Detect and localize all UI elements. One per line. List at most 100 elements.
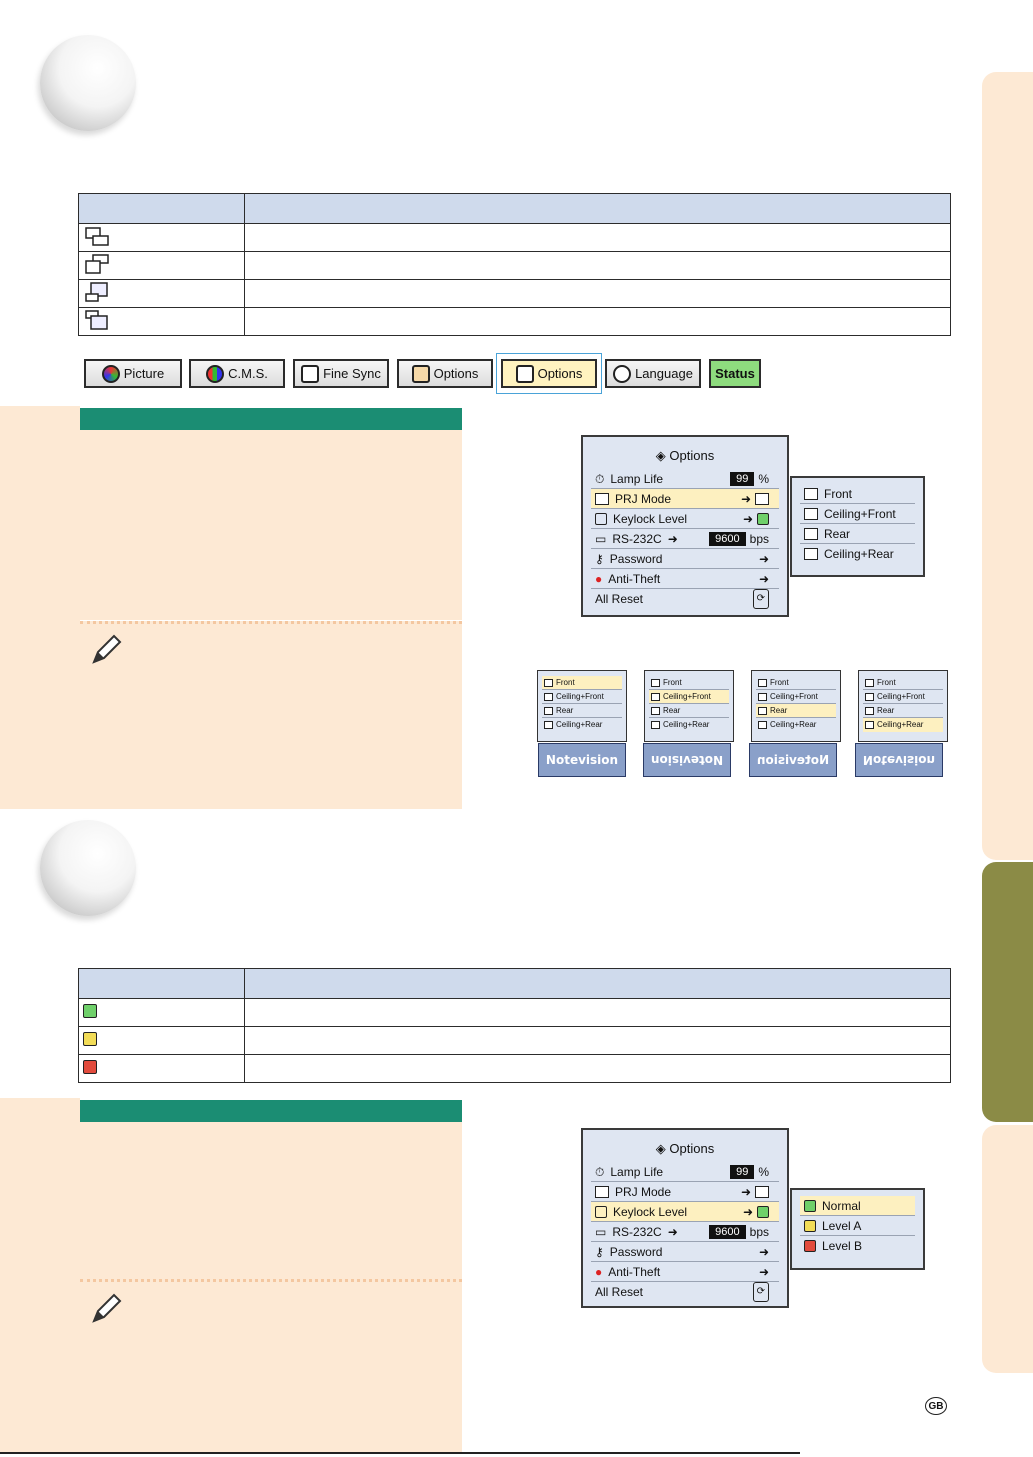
lock-icon xyxy=(595,512,607,525)
options-box-icon: ◈ xyxy=(655,1141,666,1156)
osd-row-rs232c[interactable]: ▭ RS-232C ➜ 9600 bps xyxy=(591,1222,779,1242)
preview-item: Front xyxy=(863,676,943,690)
picture-icon xyxy=(101,364,120,383)
fine-sync-icon xyxy=(301,364,320,383)
logo-ceiling-front: Notevision xyxy=(643,743,731,777)
tab-options-2[interactable]: Options xyxy=(501,359,597,388)
lock-green-icon xyxy=(804,1199,816,1212)
logo-front: Notevision xyxy=(538,743,626,777)
note-panel xyxy=(80,1279,462,1454)
osd-row-lamp-life[interactable]: ⏱ Lamp Life 99% xyxy=(591,1162,779,1182)
osd-row-anti-theft[interactable]: ● Anti-Theft ➜ xyxy=(591,569,779,589)
lock-red-icon xyxy=(83,1060,97,1074)
submenu-item-front[interactable]: Front xyxy=(800,484,915,504)
preview-rear: Front Ceiling+Front Rear Ceiling+Rear xyxy=(751,670,841,742)
osd-row-prj-mode[interactable]: PRJ Mode ➜ xyxy=(591,489,779,509)
osd-row-keylock[interactable]: Keylock Level ➜ xyxy=(591,509,779,529)
table-row xyxy=(78,251,951,280)
preview-item: Ceiling+Rear xyxy=(863,718,943,732)
preview-ceiling-front: Front Ceiling+Front Rear Ceiling+Rear xyxy=(644,670,734,742)
edge-tab-bottom xyxy=(982,1125,1033,1373)
prj-mode-icon xyxy=(595,1185,609,1198)
arrow-right-icon: ➜ xyxy=(667,1224,678,1239)
anti-theft-icon: ● xyxy=(595,1264,603,1279)
lock-green-icon xyxy=(757,1205,769,1218)
keylock-submenu: Normal Level A Level B xyxy=(790,1188,925,1270)
tab-cms[interactable]: C.M.S. xyxy=(189,359,285,388)
arrow-right-icon: ➜ xyxy=(758,571,769,586)
lock-yellow-icon xyxy=(804,1219,816,1232)
arrow-right-icon: ➜ xyxy=(667,531,678,546)
cms-icon xyxy=(206,364,225,383)
preview-item: Ceiling+Front xyxy=(542,690,622,704)
options-box-icon xyxy=(515,364,534,383)
lock-green-icon xyxy=(757,512,769,525)
preview-front: Front Ceiling+Front Rear Ceiling+Rear xyxy=(537,670,627,742)
submenu-item-level-a[interactable]: Level A xyxy=(800,1216,915,1236)
rear-icon xyxy=(804,527,818,540)
osd-row-all-reset[interactable]: All Reset ⟳ xyxy=(591,1282,779,1302)
enter-icon: ⟳ xyxy=(752,1282,769,1302)
osd-row-password[interactable]: ⚷ Password ➜ xyxy=(591,549,779,569)
table-row xyxy=(78,279,951,308)
key-icon: ⚷ xyxy=(595,1244,604,1259)
submenu-item-normal[interactable]: Normal xyxy=(800,1196,915,1216)
preview-item: Front xyxy=(756,676,836,690)
section-mark-prj-mode xyxy=(40,35,136,131)
submenu-item-level-b[interactable]: Level B xyxy=(800,1236,915,1256)
region-badge: GB xyxy=(925,1397,947,1415)
tab-picture[interactable]: Picture xyxy=(84,359,182,388)
left-margin-panel xyxy=(0,406,80,809)
osd-row-anti-theft[interactable]: ● Anti-Theft ➜ xyxy=(591,1262,779,1282)
speech-bubble-icon xyxy=(613,364,632,383)
preview-item: Ceiling+Front xyxy=(649,690,729,704)
prj-mode-submenu: Front Ceiling+Front Rear Ceiling+Rear xyxy=(790,476,925,577)
preview-item: Rear xyxy=(756,704,836,718)
preview-item: Ceiling+Rear xyxy=(649,718,729,732)
tab-options-1[interactable]: Options xyxy=(397,359,493,388)
osd-row-password[interactable]: ⚷ Password ➜ xyxy=(591,1242,779,1262)
lock-red-icon xyxy=(804,1240,816,1252)
submenu-item-rear[interactable]: Rear xyxy=(800,524,915,544)
preview-item: Rear xyxy=(542,704,622,718)
bottom-rule xyxy=(0,1452,800,1454)
submenu-item-ceiling-rear[interactable]: Ceiling+Rear xyxy=(800,544,915,564)
arrow-right-icon: ➜ xyxy=(758,1264,769,1279)
tab-status[interactable]: Status xyxy=(709,359,761,388)
instruction-panel xyxy=(80,430,462,620)
osd-row-prj-mode[interactable]: PRJ Mode ➜ xyxy=(591,1182,779,1202)
preview-item: Rear xyxy=(863,704,943,718)
osd-title: ◈ Options xyxy=(655,1141,715,1156)
lock-icon xyxy=(595,1205,607,1218)
key-icon: ⚷ xyxy=(595,551,604,566)
prj-mode-table xyxy=(78,193,951,336)
preview-item: Rear xyxy=(649,704,729,718)
preview-item: Ceiling+Front xyxy=(756,690,836,704)
logo-ceiling-rear: Notevision xyxy=(855,743,943,777)
tab-language[interactable]: Language xyxy=(605,359,701,388)
preview-item: Ceiling+Front xyxy=(863,690,943,704)
serial-port-icon: ▭ xyxy=(595,531,607,546)
preview-item: Ceiling+Rear xyxy=(756,718,836,732)
tab-fine-sync[interactable]: Fine Sync xyxy=(293,359,389,388)
osd-row-keylock[interactable]: Keylock Level ➜ xyxy=(591,1202,779,1222)
osd-row-all-reset[interactable]: All Reset ⟳ xyxy=(591,589,779,609)
edge-tab-active xyxy=(982,862,1033,1122)
table-row xyxy=(78,1054,951,1083)
note-panel xyxy=(80,621,462,809)
section-bar xyxy=(80,408,462,430)
osd-row-lamp-life[interactable]: ⏱ Lamp Life 99% xyxy=(591,469,779,489)
lock-yellow-icon xyxy=(83,1032,97,1046)
table-header xyxy=(78,193,951,224)
preview-item: Front xyxy=(649,676,729,690)
enter-icon: ⟳ xyxy=(752,589,769,609)
ceiling-front-icon xyxy=(85,254,109,274)
front-icon xyxy=(804,487,818,500)
osd-row-rs232c[interactable]: ▭ RS-232C ➜ 9600 bps xyxy=(591,529,779,549)
front-icon xyxy=(755,1185,769,1198)
front-icon xyxy=(755,492,769,505)
options-box-icon: ◈ xyxy=(655,448,666,463)
options-osd-prj: ◈ Options ⏱ Lamp Life 99% PRJ Mode ➜ Keyloc… xyxy=(581,435,789,617)
submenu-item-ceiling-front[interactable]: Ceiling+Front xyxy=(800,504,915,524)
logo-rear: Notevision xyxy=(749,743,837,777)
